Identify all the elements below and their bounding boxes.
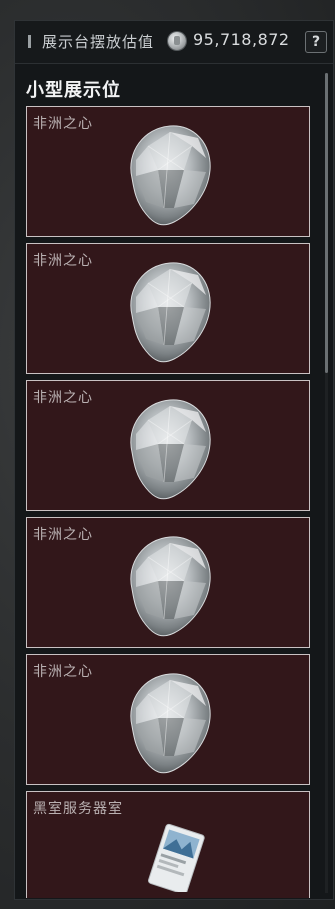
valuation-header: 展示台摆放估值 95,718,872 ? [15, 21, 333, 64]
display-slot[interactable]: 非洲之心 [26, 654, 310, 785]
section-title: 小型展示位 [26, 80, 121, 101]
display-slot[interactable]: 非洲之心 [26, 243, 310, 374]
scrollbar[interactable] [325, 73, 328, 893]
keycard-icon [148, 823, 205, 892]
header-marker [28, 35, 31, 48]
slot-item-name: 非洲之心 [33, 116, 93, 132]
diamond-gem-icon [130, 536, 211, 637]
slot-item-name: 非洲之心 [33, 527, 93, 543]
valuation-label: 展示台摆放估值 [42, 33, 155, 51]
diamond-gem-icon [130, 262, 211, 363]
help-button[interactable]: ? [305, 31, 327, 53]
display-stand-panel: 展示台摆放估值 95,718,872 ? 小型展示位 非洲之心 非洲之心 非洲之… [14, 20, 334, 900]
scrollbar-thumb[interactable] [325, 73, 328, 373]
valuation-value: 95,718,872 [193, 30, 290, 49]
slot-item-name: 非洲之心 [33, 664, 93, 680]
display-slot[interactable]: 黑室服务器室 [26, 791, 310, 898]
display-slot[interactable]: 非洲之心 [26, 517, 310, 648]
diamond-gem-icon [130, 399, 211, 500]
diamond-gem-icon [130, 125, 211, 226]
slot-list: 非洲之心 非洲之心 非洲之心 非洲之心 非洲之心 黑室服务器室 [26, 106, 310, 898]
display-slot[interactable]: 非洲之心 [26, 106, 310, 237]
silver-coin-icon [168, 32, 186, 50]
slot-item-name: 非洲之心 [33, 253, 93, 269]
slot-item-name: 黑室服务器室 [33, 801, 123, 817]
diamond-gem-icon [130, 673, 211, 774]
screen: 展示台摆放估值 95,718,872 ? 小型展示位 非洲之心 非洲之心 非洲之… [0, 0, 335, 909]
slot-item-name: 非洲之心 [33, 390, 93, 406]
display-slot[interactable]: 非洲之心 [26, 380, 310, 511]
